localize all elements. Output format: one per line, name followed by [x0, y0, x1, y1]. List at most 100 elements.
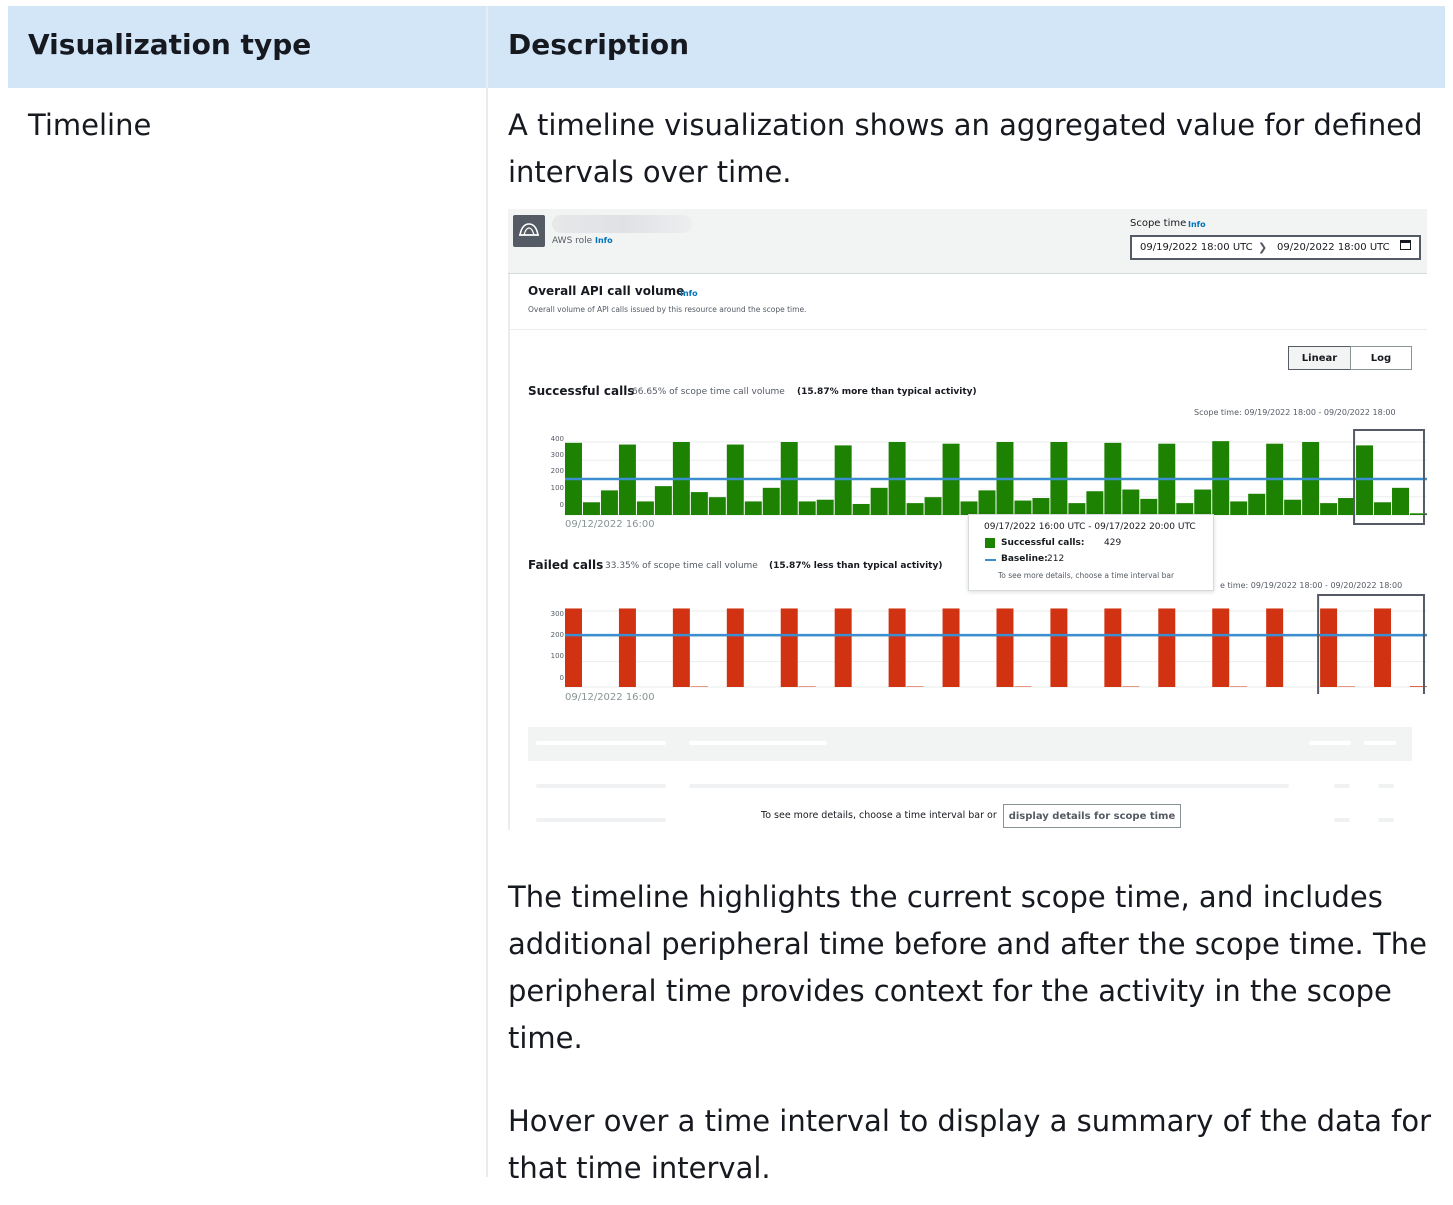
chart-bar[interactable] [1194, 489, 1212, 515]
chart-bar[interactable] [1014, 500, 1032, 515]
chart-bar[interactable] [690, 492, 708, 515]
chart-bar[interactable] [636, 501, 654, 515]
chart-bar[interactable] [690, 686, 708, 687]
log-scale-toggle[interactable]: Log [1350, 346, 1412, 370]
chart-bar[interactable] [565, 608, 582, 687]
tooltip-success-value: 429 [1104, 538, 1122, 548]
chart-bar[interactable] [996, 608, 1014, 687]
chart-bar[interactable] [708, 497, 726, 515]
chart-bar[interactable] [834, 608, 852, 687]
chart-bar[interactable] [726, 608, 744, 687]
info-link[interactable]: Info [680, 289, 698, 298]
skeleton-bar [1334, 784, 1350, 788]
chart-bar[interactable] [1212, 608, 1230, 687]
failed-calls-comparison: (15.87% less than typical activity) [769, 561, 943, 571]
y-tick: 0 [559, 501, 564, 509]
chart-bar[interactable] [1032, 498, 1050, 515]
failed-calls-chart[interactable] [565, 594, 1427, 694]
chart-bar[interactable] [744, 501, 762, 515]
chart-bar[interactable] [906, 503, 924, 515]
display-details-button[interactable]: display details for scope time [1003, 804, 1181, 828]
chart-bar[interactable] [1104, 608, 1122, 687]
text-line: peripheral time provides context for the… [508, 974, 1392, 1008]
skeleton-bar [1309, 741, 1351, 745]
scope-time-label: Scope time [1130, 218, 1187, 229]
panel-title: Overall API call volume [528, 284, 685, 298]
linear-scale-toggle[interactable]: Linear [1288, 346, 1351, 370]
chart-bar[interactable] [672, 608, 690, 687]
interval-tooltip: 09/17/2022 16:00 UTC - 09/17/2022 20:00 … [968, 514, 1214, 591]
chart-bar[interactable] [618, 608, 636, 687]
chart-bar[interactable] [942, 608, 960, 687]
chart-bar[interactable] [582, 502, 600, 515]
skeleton-bar [1378, 784, 1394, 788]
skeleton-bar [1378, 818, 1394, 822]
chart-bar[interactable] [1158, 608, 1176, 687]
chart-bar[interactable] [1248, 493, 1266, 515]
chart-bar[interactable] [1374, 502, 1392, 515]
scope-time-picker[interactable]: 09/19/2022 18:00 UTC ❯ 09/20/2022 18:00 … [1130, 235, 1421, 260]
chart-bar[interactable] [888, 608, 906, 687]
chart-bar[interactable] [762, 487, 780, 515]
y-tick: 400 [550, 435, 564, 443]
chart-bar[interactable] [1050, 608, 1068, 687]
chart-bar[interactable] [1266, 608, 1284, 687]
chart-bar[interactable] [978, 490, 996, 515]
chart-bar[interactable] [1338, 498, 1356, 515]
text-line: The timeline highlights the current scop… [508, 880, 1383, 914]
chart-bar[interactable] [1338, 686, 1356, 687]
baseline-swatch [985, 559, 996, 561]
chart-bar[interactable] [1392, 487, 1409, 515]
successful-calls-title: Successful calls [528, 384, 635, 398]
skeleton-bar [1334, 818, 1350, 822]
failed-scope-range: e time: 09/19/2022 18:00 - 09/20/2022 18… [1220, 581, 1403, 590]
chart-bar[interactable] [600, 490, 618, 515]
chart-bar[interactable] [906, 686, 924, 687]
y-tick: 100 [550, 652, 564, 660]
text-line: additional peripheral time before and af… [508, 927, 1427, 961]
chart-bar[interactable] [1122, 686, 1140, 687]
failed-calls-share: 33.35% of scope time call volume [605, 561, 758, 571]
timeline-screenshot: AWS role Info Scope time Info 09/19/2022… [508, 209, 1427, 830]
chart-bar[interactable] [1230, 686, 1248, 687]
details-table-header [528, 727, 1412, 761]
y-tick: 100 [550, 484, 564, 492]
chart-bar[interactable] [1122, 489, 1140, 515]
chart-bar[interactable] [870, 487, 888, 515]
chart-bar[interactable] [798, 686, 816, 687]
x-start-label: 09/12/2022 16:00 [565, 692, 655, 703]
details-prompt: To see more details, choose a time inter… [761, 810, 997, 821]
chart-bar[interactable] [1320, 503, 1338, 515]
chart-bar[interactable] [1374, 608, 1392, 687]
chart-bar[interactable] [1014, 686, 1032, 687]
divider [510, 329, 1427, 330]
chart-bar[interactable] [654, 486, 672, 515]
column-divider [486, 6, 488, 1177]
chart-bar[interactable] [780, 608, 798, 687]
chart-bar[interactable] [1086, 491, 1104, 515]
chart-bar[interactable] [1230, 501, 1248, 515]
chart-bar[interactable] [1320, 608, 1338, 687]
chart-bar[interactable] [1140, 498, 1158, 515]
chart-bar[interactable] [798, 501, 816, 515]
header-label: Visualization type [28, 28, 312, 61]
text-line: Hover over a time interval to display a … [508, 1104, 1432, 1138]
successful-calls-comparison: (15.87% more than typical activity) [797, 387, 977, 397]
chart-bar[interactable] [960, 501, 978, 515]
chart-bar[interactable] [1284, 499, 1302, 515]
successful-calls-share: 66.65% of scope time call volume [632, 387, 785, 397]
y-tick: 0 [559, 674, 564, 682]
chart-bar[interactable] [816, 499, 834, 515]
chart-bar[interactable] [924, 497, 942, 515]
info-link[interactable]: Info [1188, 220, 1206, 229]
skeleton-bar [536, 784, 666, 788]
chart-bar[interactable] [852, 503, 870, 515]
tooltip-baseline-value: 212 [1047, 554, 1065, 564]
type-cell [8, 90, 486, 1177]
info-link[interactable]: Info [595, 236, 613, 245]
panel-border [508, 274, 510, 830]
redacted-role-name [552, 215, 692, 233]
table-header-visualization-type: Visualization type [8, 6, 486, 88]
calendar-icon [1400, 240, 1411, 250]
text-line: A timeline visualization shows an aggreg… [508, 108, 1423, 142]
